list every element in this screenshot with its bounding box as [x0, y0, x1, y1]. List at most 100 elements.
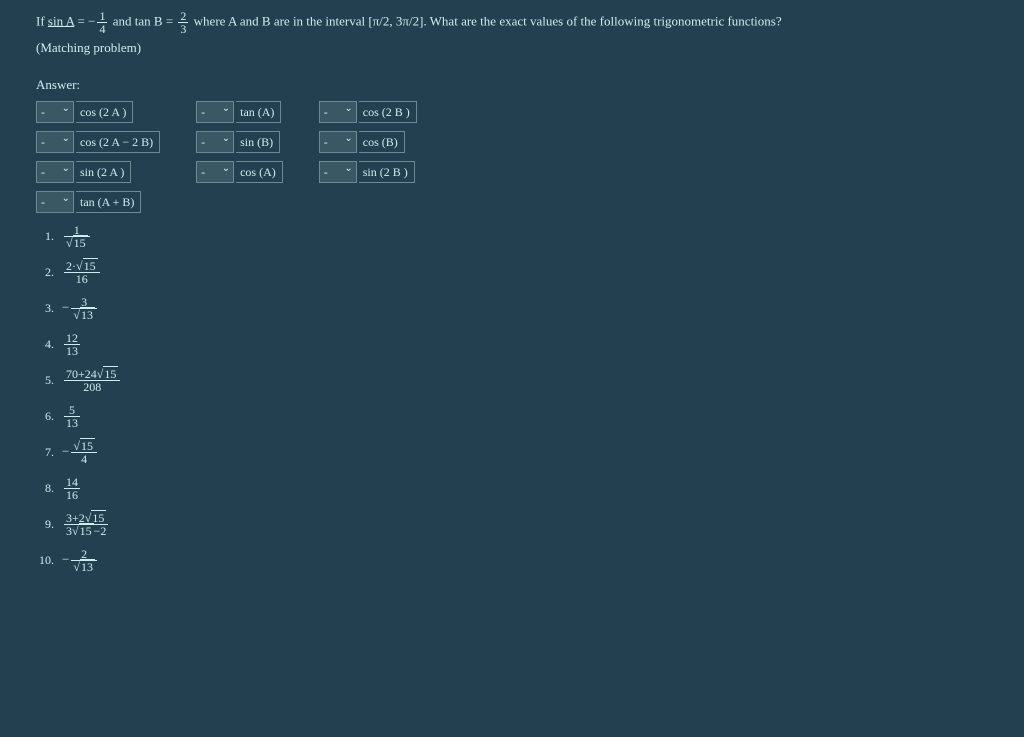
dropdown-wrap: -	[196, 131, 234, 153]
key-item: 2.2·1516	[36, 259, 988, 285]
match-select[interactable]: -	[36, 191, 74, 213]
sqrt-arg: 13	[80, 307, 95, 322]
match-label: cos (2 A )	[76, 101, 133, 123]
q-neg1: −	[88, 13, 95, 28]
key-index: 8.	[36, 481, 54, 496]
matching-grid: -cos (2 A )-cos (2 A − 2 B)-sin (2 A )-t…	[36, 99, 988, 215]
sqrt-icon	[73, 308, 80, 322]
match-label: cos (A)	[236, 161, 283, 183]
fraction: 115	[64, 224, 90, 249]
match-label: sin (2 B )	[359, 161, 415, 183]
match-select[interactable]: -	[196, 131, 234, 153]
neg-sign: −	[62, 443, 69, 458]
key-expression: 1416	[62, 476, 82, 501]
match-select[interactable]: -	[196, 101, 234, 123]
fraction: 1416	[64, 476, 80, 501]
dropdown-wrap: -	[36, 101, 74, 123]
dropdown-wrap: -	[36, 191, 74, 213]
sqrt-arg: 15	[80, 438, 95, 453]
match-cell: -cos (2 A )	[36, 99, 160, 125]
key-index: 9.	[36, 517, 54, 532]
fraction-den: 13	[64, 345, 80, 357]
fraction: 2·1516	[64, 260, 100, 285]
fraction-den: 15	[64, 237, 90, 249]
key-item: 8. 1416	[36, 475, 988, 501]
key-expression: 1213	[62, 332, 82, 357]
neg-sign: −	[62, 551, 69, 566]
fraction-num: 12	[64, 332, 80, 345]
answer-heading: Answer:	[36, 77, 988, 93]
match-select[interactable]: -	[36, 131, 74, 153]
sqrt-icon	[73, 560, 80, 574]
q-frac2-den: 3	[178, 23, 188, 35]
fraction-num: 15	[71, 440, 97, 453]
match-label: sin (2 A )	[76, 161, 131, 183]
fraction-den: 4	[71, 453, 97, 465]
page-root: If sin A = −14 and tan B = 23 where A an…	[0, 0, 1024, 593]
key-index: 6.	[36, 409, 54, 424]
match-label: tan (A + B)	[76, 191, 141, 213]
q-frac2: 23	[178, 10, 188, 35]
match-select[interactable]: -	[36, 161, 74, 183]
q-sub: (Matching problem)	[36, 37, 988, 59]
key-index: 7.	[36, 445, 54, 460]
sqrt-icon	[73, 439, 80, 453]
match-label: sin (B)	[236, 131, 280, 153]
dropdown-wrap: -	[319, 101, 357, 123]
q-frac1-den: 4	[97, 23, 107, 35]
fraction-den: 13	[71, 561, 97, 573]
match-cell: -cos (A)	[196, 159, 283, 185]
key-expression: −154	[62, 440, 99, 465]
q-tail: where A and B are in the interval [π/2, …	[194, 13, 782, 28]
key-expression: 70+2415208	[62, 368, 122, 393]
key-index: 3.	[36, 301, 54, 316]
match-cell: -sin (2 A )	[36, 159, 160, 185]
question-text: If sin A = −14 and tan B = 23 where A an…	[36, 10, 988, 59]
fraction-den: 13	[64, 417, 80, 429]
sqrt-arg: 15	[103, 366, 118, 381]
q-frac1: 14	[97, 10, 107, 35]
dropdown-wrap: -	[196, 101, 234, 123]
key-item: 3.−313	[36, 295, 988, 321]
match-col: -cos (2 B )-cos (B)-sin (2 B )	[319, 99, 417, 185]
fraction: 513	[64, 404, 80, 429]
match-select[interactable]: -	[319, 101, 357, 123]
sqrt-icon	[66, 236, 73, 250]
key-expression: 3+215315−2	[62, 512, 110, 537]
answer-key: 1.1152.2·15163.−3134.12135.70+24152086.5…	[36, 223, 988, 573]
key-index: 4.	[36, 337, 54, 352]
q-and: and	[113, 13, 132, 28]
match-select[interactable]: -	[319, 161, 357, 183]
fraction: 3+215315−2	[64, 512, 108, 537]
key-item: 9. 3+215315−2	[36, 511, 988, 537]
sqrt-arg: 15	[83, 258, 98, 273]
sqrt-arg: 15	[73, 235, 88, 250]
key-index: 5.	[36, 373, 54, 388]
fraction-num: 14	[64, 476, 80, 489]
sqrt-arg: 13	[80, 559, 95, 574]
fraction-den: 208	[64, 381, 120, 393]
match-select[interactable]: -	[319, 131, 357, 153]
match-cell: -sin (2 B )	[319, 159, 417, 185]
q-eq2: =	[166, 13, 173, 28]
match-select[interactable]: -	[196, 161, 234, 183]
match-col: -tan (A)-sin (B)-cos (A)	[196, 99, 283, 185]
match-select[interactable]: -	[36, 101, 74, 123]
dropdown-wrap: -	[36, 131, 74, 153]
q-eq1: =	[78, 13, 85, 28]
match-cell: -tan (A)	[196, 99, 283, 125]
fraction-den: 16	[64, 489, 80, 501]
fraction: 1213	[64, 332, 80, 357]
dropdown-wrap: -	[319, 131, 357, 153]
match-cell: -cos (2 A − 2 B)	[36, 129, 160, 155]
dropdown-wrap: -	[319, 161, 357, 183]
neg-sign: −	[62, 299, 69, 314]
fraction: 70+2415208	[64, 368, 120, 393]
key-expression: 2·1516	[62, 260, 102, 285]
match-label: cos (2 B )	[359, 101, 417, 123]
match-cell: -cos (2 B )	[319, 99, 417, 125]
match-label: tan (A)	[236, 101, 281, 123]
key-item: 4. 1213	[36, 331, 988, 357]
key-item: 1. 115	[36, 223, 988, 249]
key-index: 1.	[36, 229, 54, 244]
